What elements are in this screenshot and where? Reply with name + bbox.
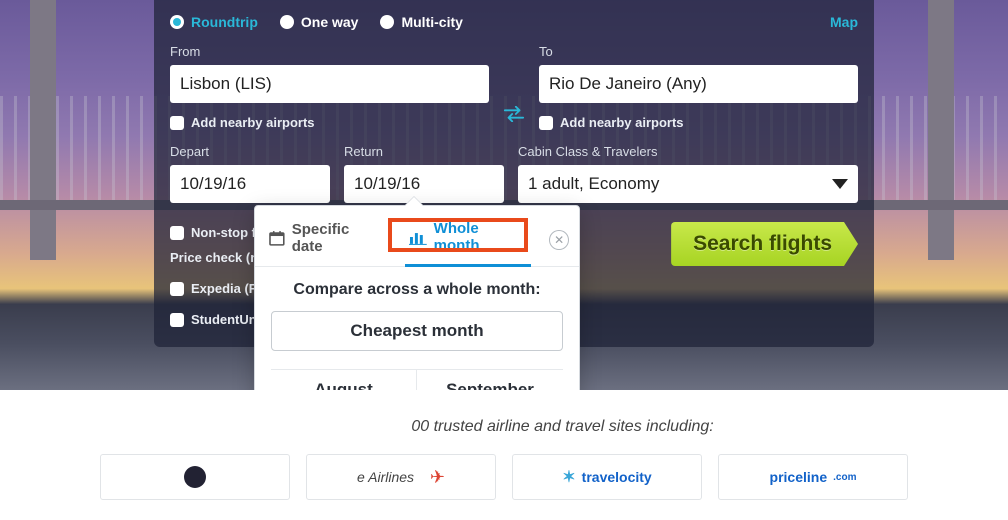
depart-label: Depart [170, 144, 330, 159]
radio-icon [280, 15, 294, 29]
cheapest-month-button[interactable]: Cheapest month [271, 311, 563, 351]
partner-card[interactable]: e Airlines ✈ [306, 454, 496, 500]
partner-label-suffix: .com [833, 472, 856, 483]
map-link[interactable]: Map [830, 14, 858, 30]
partner-card[interactable]: priceline .com [718, 454, 908, 500]
search-flights-button[interactable]: Search flights [671, 222, 858, 266]
trip-type-label: Roundtrip [191, 14, 258, 30]
partner-label: e Airlines [357, 469, 414, 485]
tab-specific-date[interactable]: Specific date [265, 215, 387, 265]
barchart-icon [409, 229, 427, 245]
from-nearby-label: Add nearby airports [191, 115, 315, 130]
checkbox-icon [170, 116, 184, 130]
tab-label: Specific date [292, 221, 383, 255]
trip-type-roundtrip[interactable]: Roundtrip [170, 14, 258, 30]
from-nearby-checkbox[interactable]: Add nearby airports [170, 115, 489, 130]
partner-logo-icon [184, 466, 206, 488]
checkbox-icon [539, 116, 553, 130]
depart-input[interactable] [170, 165, 330, 203]
partner-label: travelocity [582, 469, 652, 485]
to-nearby-label: Add nearby airports [560, 115, 684, 130]
swap-icon [503, 106, 525, 122]
airline-tail-icon: ✈ [430, 467, 445, 488]
to-label: To [539, 44, 858, 59]
from-input[interactable] [170, 65, 489, 103]
popover-heading: Compare across a whole month: [271, 281, 563, 299]
partners-lead: We compare 1,200 trusted airline and tra… [0, 390, 1008, 436]
trip-type-label: Multi-city [401, 14, 462, 30]
radio-icon [380, 15, 394, 29]
tab-whole-month[interactable]: Whole month [405, 214, 531, 267]
partner-card[interactable]: ✶ travelocity [512, 454, 702, 500]
trip-type-oneway[interactable]: One way [280, 14, 359, 30]
close-button[interactable]: ✕ [549, 230, 569, 250]
from-label: From [170, 44, 489, 59]
cabin-select[interactable]: 1 adult, Economy [518, 165, 858, 203]
partners-strip: We compare 1,200 trusted airline and tra… [0, 390, 1008, 520]
cabin-value: 1 adult, Economy [528, 174, 659, 194]
return-label: Return [344, 144, 504, 159]
trip-type-label: One way [301, 14, 359, 30]
nonstop-label: Non-stop f [191, 225, 256, 240]
close-icon: ✕ [554, 233, 564, 247]
radio-icon [170, 15, 184, 29]
return-input[interactable] [344, 165, 504, 203]
trip-type-multicity[interactable]: Multi-city [380, 14, 462, 30]
star-icon: ✶ [562, 467, 575, 487]
checkbox-icon [170, 226, 184, 240]
to-nearby-checkbox[interactable]: Add nearby airports [539, 115, 858, 130]
cabin-label: Cabin Class & Travelers [518, 144, 858, 159]
partner-label: priceline [770, 469, 828, 485]
checkbox-icon [170, 282, 184, 296]
to-input[interactable] [539, 65, 858, 103]
partner-card[interactable] [100, 454, 290, 500]
trip-type-group: Roundtrip One way Multi-city [170, 14, 830, 30]
calendar-icon [269, 230, 285, 246]
tab-label: Whole month [434, 220, 528, 254]
chevron-down-icon [832, 179, 848, 189]
checkbox-icon [170, 313, 184, 327]
swap-button[interactable] [503, 106, 525, 122]
